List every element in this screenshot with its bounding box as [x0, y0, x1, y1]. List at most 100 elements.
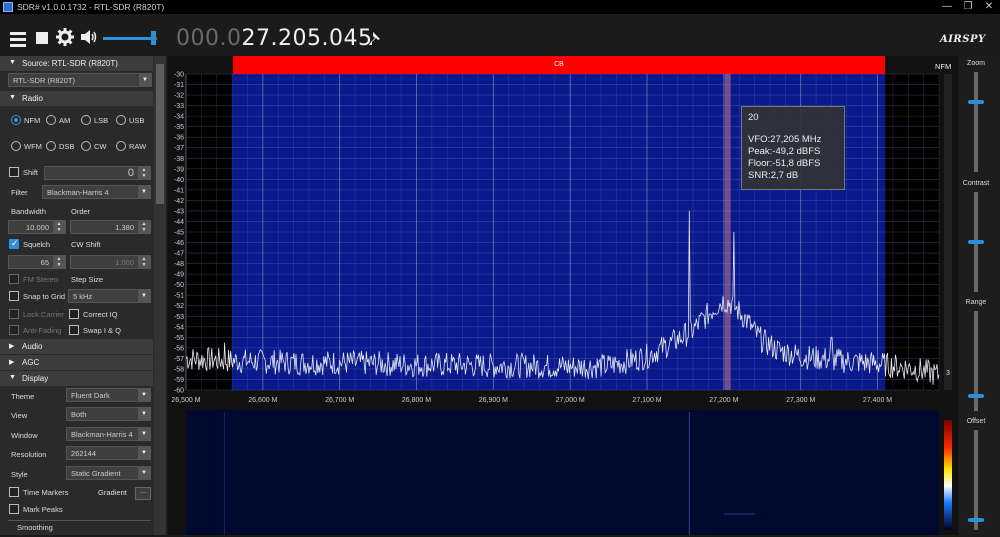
y-tick-label: -57: [174, 356, 184, 363]
order-input[interactable]: 1.380 ▲▼: [70, 220, 151, 234]
step-size-select[interactable]: 5 kHz▼: [68, 289, 151, 303]
chevron-down-icon: ▼: [138, 186, 150, 198]
volume-thumb[interactable]: [151, 31, 156, 45]
gradient-button[interactable]: ...: [135, 487, 151, 500]
cw-shift-input[interactable]: 1.000 ▲▼: [70, 255, 151, 269]
speaker-icon[interactable]: [80, 29, 98, 47]
shift-input[interactable]: 0 ▲▼: [44, 166, 151, 180]
mode-wfm-radio[interactable]: [11, 141, 21, 151]
y-tick-label: -52: [174, 303, 184, 310]
audio-header-label: Audio: [22, 342, 42, 351]
minimize-button[interactable]: —: [940, 1, 954, 12]
time-markers-label: Time Markers: [23, 488, 69, 497]
stepper-icon[interactable]: ▲▼: [53, 256, 65, 268]
bandwidth-input[interactable]: 10.000▲▼: [8, 220, 66, 234]
mode-indicator: NFM: [935, 62, 951, 71]
stop-icon[interactable]: [36, 32, 48, 44]
filter-select[interactable]: Blackman-Harris 4▼: [42, 185, 151, 199]
filter-label: Filter: [11, 188, 28, 197]
spectrum-panel[interactable]: -30-31-32-33-34-35-36-37-38-39-40-41-42-…: [168, 56, 958, 535]
contrast-slider-thumb[interactable]: [968, 240, 984, 244]
x-tick-label: 27,400 M: [863, 397, 892, 404]
time-markers-checkbox[interactable]: [9, 487, 19, 497]
close-button[interactable]: ✕: [982, 1, 996, 12]
y-tick-label: -60: [174, 388, 184, 395]
y-tick-label: -48: [174, 261, 184, 268]
mode-lsb-radio[interactable]: [81, 115, 91, 125]
mode-raw-radio[interactable]: [116, 141, 126, 151]
band-plan-bar[interactable]: CB: [233, 56, 885, 74]
shift-value: 0: [128, 167, 134, 179]
agc-section-header[interactable]: ▶AGC: [0, 355, 153, 370]
correct-iq-checkbox[interactable]: [69, 309, 79, 319]
radio-section-header[interactable]: ▼ Radio: [0, 91, 153, 106]
frequency-display[interactable]: 000.027.205.045: [176, 26, 372, 51]
style-value: Static Gradient: [71, 469, 121, 478]
tooltip-peak: Peak:-49,2 dBFS: [748, 146, 838, 158]
y-tick-label: -56: [174, 345, 184, 352]
style-select[interactable]: Static Gradient▼: [66, 466, 151, 480]
y-tick-label: -44: [174, 219, 184, 226]
mode-wfm-label: WFM: [24, 142, 42, 151]
fm-stereo-checkbox[interactable]: [9, 274, 19, 284]
squelch-input[interactable]: 65▲▼: [8, 255, 66, 269]
lock-carrier-checkbox[interactable]: [9, 309, 19, 319]
zoom-slider-thumb[interactable]: [968, 100, 984, 104]
pin-icon[interactable]: [368, 31, 382, 50]
snap-to-grid-checkbox[interactable]: [9, 291, 19, 301]
stepper-icon[interactable]: ▲▼: [138, 256, 150, 268]
y-tick-label: -50: [174, 282, 184, 289]
mark-peaks-checkbox[interactable]: [9, 504, 19, 514]
audio-section-header[interactable]: ▶Audio: [0, 339, 153, 354]
stepper-icon[interactable]: ▲▼: [138, 221, 150, 233]
view-select[interactable]: Both▼: [66, 407, 151, 421]
offset-slider-thumb[interactable]: [968, 518, 984, 522]
fm-stereo-label: FM Stereo: [23, 275, 58, 284]
y-tick-label: -40: [174, 177, 184, 184]
stepper-icon[interactable]: ▲▼: [138, 167, 150, 179]
theme-select[interactable]: Fluent Dark▼: [66, 388, 151, 402]
y-tick-label: -36: [174, 135, 184, 142]
radio-header-label: Radio: [22, 94, 43, 103]
offset-slider[interactable]: [974, 430, 978, 530]
window-select[interactable]: Blackman-Harris 4▼: [66, 427, 151, 441]
mode-cw-radio[interactable]: [81, 141, 91, 151]
zoom-slider[interactable]: [974, 72, 978, 172]
y-tick-label: -54: [174, 324, 184, 331]
y-tick-label: -31: [174, 82, 184, 89]
gear-icon[interactable]: [56, 28, 74, 48]
menu-icon[interactable]: [10, 32, 26, 50]
mode-dsb-radio[interactable]: [46, 141, 56, 151]
frequency-value: 27.205.045: [241, 26, 372, 51]
anti-fading-label: Anti-Fading: [23, 326, 61, 335]
cw-shift-value: 1.000: [115, 258, 134, 267]
resolution-select[interactable]: 262144▼: [66, 446, 151, 460]
waterfall[interactable]: [186, 410, 939, 535]
squelch-checkbox[interactable]: [9, 239, 19, 249]
order-value: 1.380: [115, 223, 134, 232]
sidebar-scrollbar[interactable]: [154, 56, 166, 535]
agc-header-label: AGC: [22, 358, 39, 367]
swap-iq-checkbox[interactable]: [69, 325, 79, 335]
anti-fading-checkbox[interactable]: [9, 325, 19, 335]
shift-checkbox[interactable]: [9, 167, 19, 177]
mode-usb-radio[interactable]: [116, 115, 126, 125]
stepper-icon[interactable]: ▲▼: [53, 221, 65, 233]
mode-nfm-radio[interactable]: [11, 115, 21, 125]
range-slider-thumb[interactable]: [968, 394, 984, 398]
collapse-icon: ▼: [9, 94, 16, 101]
maximize-button[interactable]: ❐: [961, 1, 975, 12]
x-tick-label: 27,200 M: [709, 397, 738, 404]
scrollbar-thumb[interactable]: [156, 64, 164, 204]
chevron-down-icon: ▼: [138, 408, 150, 420]
source-device-select[interactable]: RTL-SDR (R820T)▼: [8, 73, 152, 87]
source-section-header[interactable]: ▼Source: RTL-SDR (R820T): [0, 56, 153, 71]
y-tick-label: -51: [174, 293, 184, 300]
window-title: SDR# v1.0.0.1732 - RTL-SDR (R820T): [17, 2, 164, 12]
smoothing-group: Smoothing: [8, 520, 151, 535]
y-tick-label: -53: [174, 314, 184, 321]
mode-am-radio[interactable]: [46, 115, 56, 125]
mode-dsb-label: DSB: [59, 142, 74, 151]
display-section-header[interactable]: ▼Display: [0, 371, 153, 386]
spectrum-side-bar: [944, 74, 952, 390]
